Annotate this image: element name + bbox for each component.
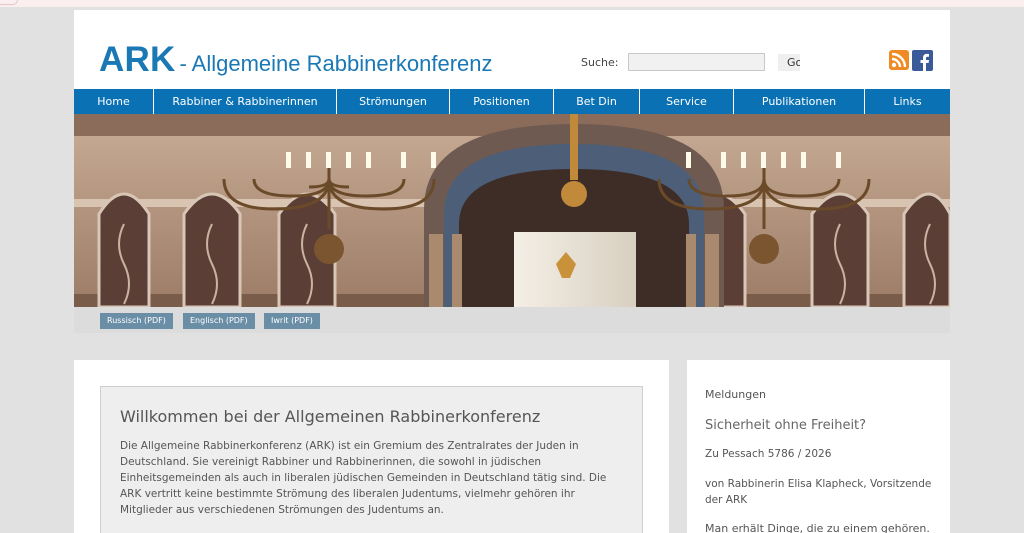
main-content: Willkommen bei der Allgemeinen Rabbinerk… — [74, 360, 669, 533]
site-logo[interactable]: ARK - Allgemeine Rabbinerkonferenz — [99, 40, 493, 80]
welcome-text: Die Allgemeine Rabbinerkonferenz (ARK) i… — [120, 440, 607, 516]
logo-sub-text: - Allgemeine Rabbinerkonferenz — [179, 51, 493, 76]
search-go-button[interactable]: Go — [778, 54, 800, 71]
synagogue-interior-image — [74, 114, 950, 307]
language-bar: Russisch (PDF) Englisch (PDF) Iwrit (PDF… — [74, 307, 950, 333]
nav-item-positionen[interactable]: Positionen — [450, 89, 554, 114]
news-sidebar: Meldungen Sicherheit ohne Freiheit? Zu P… — [687, 360, 950, 533]
nav-item-rabbiner[interactable]: Rabbiner & Rabbinerinnen — [154, 89, 337, 114]
welcome-title: Willkommen bei der Allgemeinen Rabbinerk… — [120, 407, 541, 426]
search-input[interactable] — [628, 53, 765, 71]
welcome-box: Willkommen bei der Allgemeinen Rabbinerk… — [100, 386, 643, 533]
site-header: ARK - Allgemeine Rabbinerkonferenz Suche:… — [74, 10, 950, 89]
news-item-title[interactable]: Sicherheit ohne Freiheit? — [705, 418, 866, 433]
news-item-subtitle: Zu Pessach 5786 / 2026 — [705, 448, 832, 460]
logo-main-text: ARK — [99, 40, 176, 79]
header-banner-image — [74, 114, 950, 307]
nav-item-home[interactable]: Home — [74, 89, 154, 114]
nav-item-stroemungen[interactable]: Strömungen — [337, 89, 450, 114]
russian-pdf-button[interactable]: Russisch (PDF) — [100, 313, 173, 329]
main-navigation: Home Rabbiner & Rabbinerinnen Strömungen… — [74, 89, 950, 114]
news-item-excerpt: Man erhält Dinge, die zu einem gehören. — [705, 522, 930, 533]
nav-item-links[interactable]: Links — [865, 89, 950, 114]
search-label: Suche: — [581, 56, 619, 69]
facebook-icon[interactable] — [912, 50, 933, 71]
news-item-author: von Rabbinerin Elisa Klapheck, Vorsitzen… — [705, 478, 932, 506]
rss-icon[interactable] — [889, 50, 909, 70]
english-pdf-button[interactable]: Englisch (PDF) — [183, 313, 255, 329]
browser-top-strip — [0, 0, 1024, 7]
nav-item-service[interactable]: Service — [640, 89, 734, 114]
nav-item-bet-din[interactable]: Bet Din — [554, 89, 640, 114]
news-heading: Meldungen — [705, 388, 766, 401]
hebrew-pdf-button[interactable]: Iwrit (PDF) — [264, 313, 320, 329]
nav-item-publikationen[interactable]: Publikationen — [734, 89, 865, 114]
